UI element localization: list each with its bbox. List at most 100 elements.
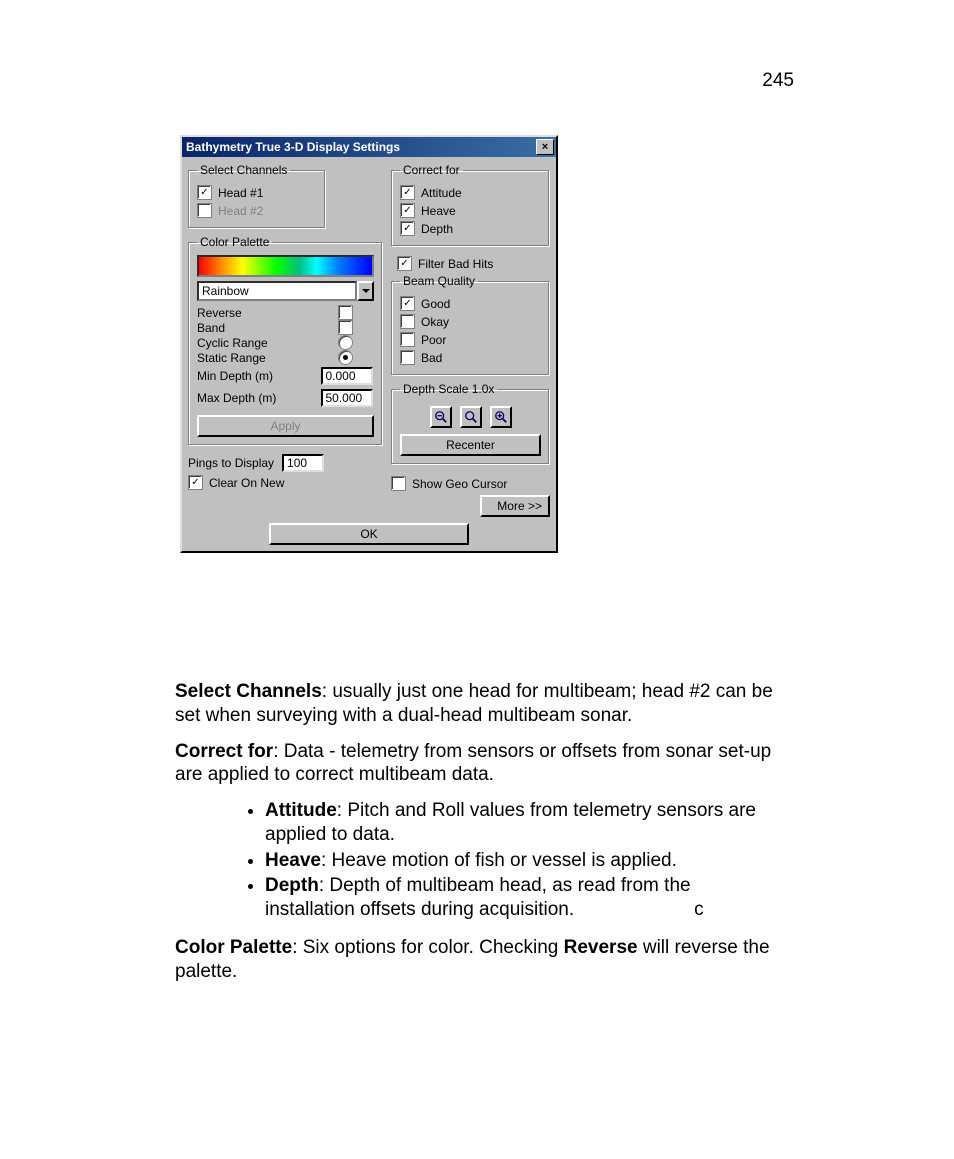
label-band: Band [197, 321, 225, 335]
checkbox-quality-poor[interactable]: Poor [400, 331, 541, 348]
label-pings: Pings to Display [188, 456, 274, 470]
palette-combo[interactable]: Rainbow [197, 281, 374, 301]
check-icon: ✓ [188, 475, 203, 490]
label-cyclic-range: Cyclic Range [197, 336, 268, 350]
check-icon: ✓ [397, 256, 412, 271]
text: c [694, 899, 704, 920]
label-heave: Heave [421, 204, 456, 218]
radio-cyclic-range[interactable] [338, 335, 353, 350]
checkbox-show-geo-cursor[interactable]: Show Geo Cursor [391, 475, 550, 492]
label-poor: Poor [421, 333, 446, 347]
zoom-reset-button[interactable] [460, 406, 482, 428]
term-attitude: Attitude [265, 800, 337, 821]
checkbox-filter-bad-hits[interactable]: ✓ Filter Bad Hits [397, 255, 550, 272]
text: : Pitch and Roll values from telemetry s… [265, 800, 756, 845]
text: : Heave motion of fish or vessel is appl… [321, 850, 677, 871]
check-icon [400, 314, 415, 329]
input-pings[interactable] [282, 454, 324, 472]
legend-beam-quality: Beam Quality [400, 274, 478, 288]
check-icon: ✓ [400, 221, 415, 236]
titlebar: Bathymetry True 3-D Display Settings × [182, 137, 556, 157]
check-icon: ✓ [400, 185, 415, 200]
group-color-palette: Color Palette Rainbow Reverse Band [188, 235, 383, 446]
group-depth-scale: Depth Scale 1.0x Rece [391, 382, 550, 465]
check-icon: ✓ [400, 203, 415, 218]
document-body: Select Channels: usually just one head f… [175, 680, 785, 995]
zoom-in-button[interactable] [490, 406, 512, 428]
chevron-down-icon [357, 281, 374, 301]
label-head1: Head #1 [218, 186, 263, 200]
check-icon [400, 332, 415, 347]
label-head2: Head #2 [218, 204, 263, 218]
term-select-channels: Select Channels [175, 681, 322, 702]
checkbox-quality-good[interactable]: ✓ Good [400, 295, 541, 312]
group-select-channels: Select Channels ✓ Head #1 Head #2 [188, 163, 326, 229]
checkbox-depth[interactable]: ✓ Depth [400, 220, 541, 237]
close-button[interactable]: × [536, 139, 554, 155]
term-depth: Depth [265, 875, 319, 896]
term-color-palette: Color Palette [175, 937, 292, 958]
check-icon [197, 203, 212, 218]
recenter-button[interactable]: Recenter [400, 434, 541, 456]
magnify-minus-icon [434, 410, 448, 424]
palette-selected: Rainbow [197, 281, 357, 301]
check-icon [391, 476, 406, 491]
group-beam-quality: Beam Quality ✓ Good Okay Poor [391, 274, 550, 376]
label-depth: Depth [421, 222, 453, 236]
term-correct-for: Correct for [175, 741, 273, 762]
checkbox-attitude[interactable]: ✓ Attitude [400, 184, 541, 201]
label-show-geo-cursor: Show Geo Cursor [412, 477, 507, 491]
checkbox-head2: Head #2 [197, 202, 317, 219]
apply-button[interactable]: Apply [197, 415, 374, 437]
text: : Depth of multibeam head, as read from … [265, 875, 691, 920]
checkbox-head1[interactable]: ✓ Head #1 [197, 184, 317, 201]
check-icon: ✓ [197, 185, 212, 200]
term-reverse: Reverse [564, 937, 638, 958]
page-number: 245 [762, 70, 794, 92]
zoom-out-button[interactable] [430, 406, 452, 428]
label-good: Good [421, 297, 450, 311]
more-button[interactable]: More >> [480, 495, 550, 517]
label-bad: Bad [421, 351, 442, 365]
legend-select-channels: Select Channels [197, 163, 290, 177]
dialog-title: Bathymetry True 3-D Display Settings [186, 140, 400, 154]
term-heave: Heave [265, 850, 321, 871]
legend-color-palette: Color Palette [197, 235, 272, 249]
list-item: Attitude: Pitch and Roll values from tel… [265, 799, 785, 847]
radio-static-range[interactable] [338, 350, 353, 365]
checkbox-quality-okay[interactable]: Okay [400, 313, 541, 330]
label-reverse: Reverse [197, 306, 242, 320]
text: : Six options for color. Checking [292, 937, 563, 958]
checkbox-reverse[interactable] [338, 305, 353, 320]
checkbox-clear-on-new[interactable]: ✓ Clear On New [188, 474, 383, 491]
label-max-depth: Max Depth (m) [197, 391, 276, 405]
close-icon: × [542, 142, 548, 152]
magnify-plus-icon [494, 410, 508, 424]
label-static-range: Static Range [197, 351, 266, 365]
legend-depth-scale: Depth Scale 1.0x [400, 382, 497, 396]
input-min-depth[interactable] [321, 367, 373, 385]
palette-gradient [197, 255, 374, 277]
list-item: Heave: Heave motion of fish or vessel is… [265, 849, 785, 873]
label-clear-on-new: Clear On New [209, 476, 284, 490]
label-okay: Okay [421, 315, 449, 329]
para-correct-for: Correct for: Data - telemetry from senso… [175, 740, 785, 788]
legend-correct-for: Correct for [400, 163, 463, 177]
check-icon [400, 350, 415, 365]
check-icon: ✓ [400, 296, 415, 311]
para-color-palette: Color Palette: Six options for color. Ch… [175, 936, 785, 984]
label-filter-bad-hits: Filter Bad Hits [418, 257, 493, 271]
group-correct-for: Correct for ✓ Attitude ✓ Heave ✓ Depth [391, 163, 550, 247]
checkbox-band[interactable] [338, 320, 353, 335]
input-max-depth[interactable] [321, 389, 373, 407]
para-select-channels: Select Channels: usually just one head f… [175, 680, 785, 728]
dialog-bathymetry-3d-settings: Bathymetry True 3-D Display Settings × S… [180, 135, 558, 553]
magnify-icon [464, 410, 478, 424]
list-item: Depth: Depth of multibeam head, as read … [265, 874, 785, 922]
ok-button[interactable]: OK [269, 523, 469, 545]
label-min-depth: Min Depth (m) [197, 369, 273, 383]
correct-for-list: Attitude: Pitch and Roll values from tel… [175, 799, 785, 922]
checkbox-heave[interactable]: ✓ Heave [400, 202, 541, 219]
checkbox-quality-bad[interactable]: Bad [400, 349, 541, 366]
label-attitude: Attitude [421, 186, 462, 200]
